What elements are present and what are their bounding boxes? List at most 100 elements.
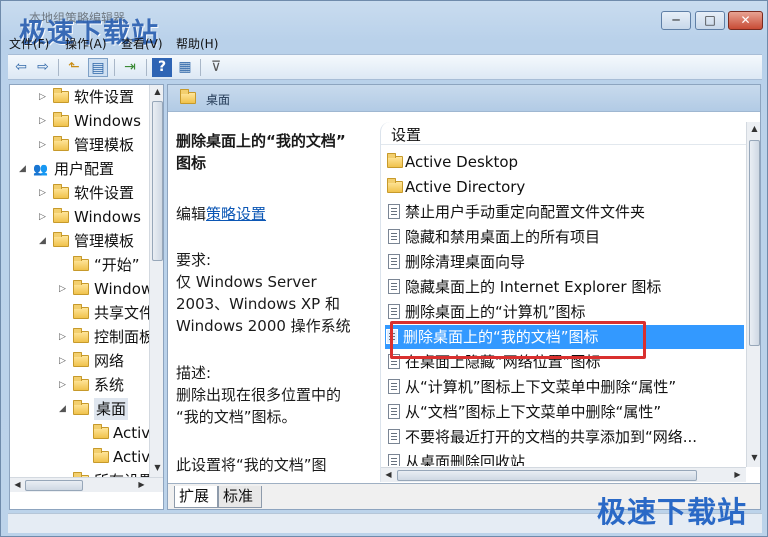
list-vertical-scrollbar[interactable]: ▲ ▼ [746, 122, 760, 467]
folder-icon [73, 328, 89, 343]
column-header-label: 设置 [391, 126, 422, 144]
list-scroll-thumb[interactable] [749, 140, 760, 346]
breadcrumb: 桌面 [168, 85, 760, 112]
folder-icon [53, 112, 69, 127]
policy-settings-link[interactable]: 策略设置 [206, 205, 266, 223]
menu-file[interactable]: 文件(F) [9, 35, 49, 52]
list-item[interactable]: Active Desktop [387, 150, 744, 174]
tree-item-label: 网络 [94, 352, 125, 370]
expand-icon[interactable]: ▷ [39, 206, 49, 228]
policy-icon [388, 229, 400, 244]
tree-vertical-scrollbar[interactable]: ▲ ▼ [149, 85, 163, 477]
list-item[interactable]: 删除清理桌面向导 [387, 250, 744, 274]
column-header-setting[interactable]: 设置 [381, 122, 760, 145]
policy-title-line1: 删除桌面上的“我的文档” [176, 132, 346, 150]
list-hscroll-thumb[interactable] [397, 470, 697, 481]
scroll-down-icon[interactable]: ▼ [747, 453, 760, 462]
collapse-icon[interactable]: ◢ [39, 230, 49, 252]
expand-icon[interactable]: ▷ [59, 278, 69, 300]
tree-item-label: 用户配置 [54, 160, 115, 178]
scroll-up-icon[interactable]: ▲ [150, 87, 163, 96]
expand-icon[interactable]: ▷ [39, 134, 49, 156]
policy-icon [388, 279, 400, 294]
show-tree-icon[interactable]: ▤ [88, 58, 108, 77]
list-item[interactable]: 从桌面删除回收站 [387, 450, 744, 466]
up-folder-icon[interactable]: ⬑ [64, 58, 84, 77]
collapse-icon[interactable]: ◢ [19, 158, 29, 180]
tree-item-label: Activ [113, 448, 151, 466]
details-pane: 桌面 删除桌面上的“我的文档” 图标 编辑策略设置 要求: 仅 Windows … [167, 84, 761, 510]
properties-icon[interactable]: ▦ [175, 58, 195, 77]
export-list-icon[interactable]: ⇥ [120, 58, 140, 77]
close-button[interactable]: ✕ [728, 11, 763, 30]
policy-icon [388, 454, 400, 466]
title-bar[interactable]: 本地组策略编辑器 极速下载站 ─ □ ✕ [1, 1, 767, 49]
toolbar-separator [146, 59, 147, 76]
scroll-up-icon[interactable]: ▲ [747, 124, 760, 133]
scroll-right-icon[interactable]: ▶ [134, 480, 149, 489]
tree-hscroll-thumb[interactable] [25, 480, 83, 491]
menu-action[interactable]: 操作(A) [65, 35, 107, 52]
user-config-icon: 👥 [33, 162, 48, 176]
tree-item-label: 控制面板 [94, 328, 155, 346]
folder-icon [53, 136, 69, 151]
tree-item-label: 桌面 [94, 398, 129, 420]
scroll-left-icon[interactable]: ◀ [10, 480, 25, 489]
list-item[interactable]: Active Directory [387, 175, 744, 199]
expand-icon[interactable]: ▷ [59, 350, 69, 372]
minimize-button[interactable]: ─ [661, 11, 691, 30]
watermark-bottom: 极速下载站 [597, 495, 748, 529]
folder-icon [53, 232, 69, 247]
requirements-line: 仅 Windows Server [176, 273, 317, 291]
back-arrow-icon[interactable]: ⇦ [11, 58, 31, 77]
list-item-label: 从桌面删除回收站 [405, 453, 526, 466]
edit-prefix: 编辑 [176, 205, 207, 223]
list-item-label: 隐藏和禁用桌面上的所有项目 [405, 228, 601, 246]
tree-item-label: 共享文件 [94, 304, 155, 322]
expand-icon[interactable]: ▷ [39, 86, 49, 108]
list-item-label: 删除清理桌面向导 [405, 253, 526, 271]
navigation-tree: ▷ 软件设置 ▷ Windows ▷ 管理模板 ◢ 👥 用户配置 ▷ 软件设置 ▷ Windo… [9, 84, 164, 510]
edit-policy-line: 编辑策略设置 [176, 203, 266, 225]
tab-standard[interactable]: 标准 [218, 486, 262, 508]
filter-icon[interactable]: ⊽ [206, 58, 226, 77]
list-horizontal-scrollbar[interactable]: ◀ ▶ [381, 467, 746, 482]
tree-horizontal-scrollbar[interactable]: ◀ ▶ [10, 477, 163, 492]
list-item[interactable]: 从“文档”图标上下文菜单中删除“属性” [387, 400, 744, 424]
list-item[interactable]: 隐藏和禁用桌面上的所有项目 [387, 225, 744, 249]
policy-icon [388, 429, 400, 444]
scroll-left-icon[interactable]: ◀ [381, 470, 396, 479]
menu-view[interactable]: 查看(V) [121, 35, 163, 52]
folder-icon [387, 178, 403, 193]
tree-scroll-thumb[interactable] [152, 101, 163, 261]
forward-arrow-icon[interactable]: ⇨ [33, 58, 53, 77]
highlight-box [390, 321, 646, 359]
policy-icon [388, 379, 400, 394]
scroll-right-icon[interactable]: ▶ [730, 470, 745, 479]
tab-extended[interactable]: 扩展 [174, 486, 218, 508]
requirements-line: 2003、Windows XP 和 [176, 295, 340, 313]
tree-item-label: “开始” [94, 256, 140, 274]
help-icon[interactable]: ? [152, 58, 172, 77]
expand-icon[interactable]: ▷ [59, 326, 69, 348]
expand-icon[interactable]: ▷ [39, 110, 49, 132]
list-item[interactable]: 禁止用户手动重定向配置文件文件夹 [387, 200, 744, 224]
folder-icon [53, 184, 69, 199]
tree-item-label: Windows [74, 208, 141, 226]
maximize-button[interactable]: □ [695, 11, 725, 30]
expand-icon[interactable]: ▷ [59, 374, 69, 396]
policy-icon [388, 304, 400, 319]
menu-help[interactable]: 帮助(H) [176, 35, 218, 52]
expand-icon[interactable]: ▷ [39, 182, 49, 204]
list-item[interactable]: 从“计算机”图标上下文菜单中删除“属性” [387, 375, 744, 399]
scroll-down-icon[interactable]: ▼ [150, 463, 163, 472]
collapse-icon[interactable]: ◢ [59, 398, 69, 420]
policy-icon [388, 204, 400, 219]
list-item-label: 不要将最近打开的文档的共享添加到“网络... [405, 428, 698, 446]
list-item[interactable]: 不要将最近打开的文档的共享添加到“网络... [387, 425, 744, 449]
list-item[interactable]: 隐藏桌面上的 Internet Explorer 图标 [387, 275, 744, 299]
toolbar-separator [200, 59, 201, 76]
main-window: 本地组策略编辑器 极速下载站 ─ □ ✕ 文件(F) 操作(A) 查看(V) 帮… [0, 0, 768, 537]
toolbar: ⇦ ⇨ ⬑ ▤ ⇥ ? ▦ ⊽ [8, 54, 762, 80]
breadcrumb-label: 桌面 [206, 93, 231, 107]
